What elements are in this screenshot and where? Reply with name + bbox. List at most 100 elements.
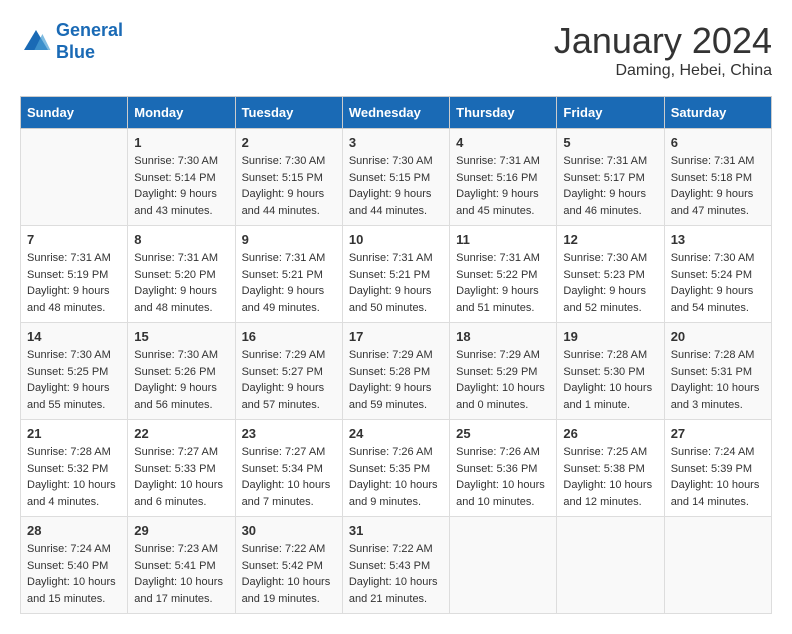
day-number: 25 [456,426,550,441]
day-number: 12 [563,232,657,247]
week-row-1: 1 Sunrise: 7:30 AMSunset: 5:14 PMDaylight… [21,129,772,226]
day-number: 13 [671,232,765,247]
day-info: Sunrise: 7:25 AMSunset: 5:38 PMDaylight:… [563,444,657,510]
calendar-body: 1 Sunrise: 7:30 AMSunset: 5:14 PMDaylight… [21,129,772,614]
day-info: Sunrise: 7:29 AMSunset: 5:27 PMDaylight:… [242,347,336,413]
day-number: 6 [671,135,765,150]
calendar-cell: 24 Sunrise: 7:26 AMSunset: 5:35 PMDayligh… [342,420,449,517]
day-info: Sunrise: 7:22 AMSunset: 5:43 PMDaylight:… [349,541,443,607]
day-number: 14 [27,329,121,344]
day-info: Sunrise: 7:31 AMSunset: 5:21 PMDaylight:… [349,250,443,316]
day-info: Sunrise: 7:26 AMSunset: 5:35 PMDaylight:… [349,444,443,510]
calendar-cell: 4 Sunrise: 7:31 AMSunset: 5:16 PMDaylight… [450,129,557,226]
calendar-cell: 9 Sunrise: 7:31 AMSunset: 5:21 PMDaylight… [235,226,342,323]
logo-text: General Blue [56,20,123,63]
day-info: Sunrise: 7:30 AMSunset: 5:15 PMDaylight:… [349,153,443,219]
calendar-cell: 11 Sunrise: 7:31 AMSunset: 5:22 PMDayligh… [450,226,557,323]
calendar-cell: 1 Sunrise: 7:30 AMSunset: 5:14 PMDaylight… [128,129,235,226]
day-info: Sunrise: 7:31 AMSunset: 5:16 PMDaylight:… [456,153,550,219]
header-wednesday: Wednesday [342,97,449,129]
calendar-cell: 6 Sunrise: 7:31 AMSunset: 5:18 PMDaylight… [664,129,771,226]
header-tuesday: Tuesday [235,97,342,129]
calendar-cell: 14Sunrise: 7:30 AMSunset: 5:25 PMDayligh… [21,323,128,420]
day-number: 22 [134,426,228,441]
day-number: 19 [563,329,657,344]
header-friday: Friday [557,97,664,129]
calendar-cell: 3 Sunrise: 7:30 AMSunset: 5:15 PMDaylight… [342,129,449,226]
day-number: 27 [671,426,765,441]
calendar-cell [557,517,664,614]
day-number: 4 [456,135,550,150]
day-number: 3 [349,135,443,150]
calendar-cell: 20 Sunrise: 7:28 AMSunset: 5:31 PMDayligh… [664,323,771,420]
calendar-table: Sunday Monday Tuesday Wednesday Thursday… [20,96,772,614]
day-info: Sunrise: 7:30 AMSunset: 5:14 PMDaylight:… [134,153,228,219]
calendar-cell: 8Sunrise: 7:31 AMSunset: 5:20 PMDaylight… [128,226,235,323]
weekday-row: Sunday Monday Tuesday Wednesday Thursday… [21,97,772,129]
day-number: 29 [134,523,228,538]
page-header: General Blue January 2024 Daming, Hebei,… [20,20,772,80]
day-info: Sunrise: 7:27 AMSunset: 5:33 PMDaylight:… [134,444,228,510]
day-number: 15 [134,329,228,344]
calendar-cell: 26 Sunrise: 7:25 AMSunset: 5:38 PMDayligh… [557,420,664,517]
calendar-cell: 31 Sunrise: 7:22 AMSunset: 5:43 PMDayligh… [342,517,449,614]
day-number: 17 [349,329,443,344]
day-number: 16 [242,329,336,344]
week-row-4: 21 Sunrise: 7:28 AMSunset: 5:32 PMDayligh… [21,420,772,517]
day-info: Sunrise: 7:30 AMSunset: 5:15 PMDaylight:… [242,153,336,219]
header-monday: Monday [128,97,235,129]
day-info: Sunrise: 7:24 AMSunset: 5:40 PMDaylight:… [27,541,121,607]
day-number: 24 [349,426,443,441]
logo-line2: Blue [56,42,95,62]
week-row-5: 28Sunrise: 7:24 AMSunset: 5:40 PMDayligh… [21,517,772,614]
day-number: 1 [134,135,228,150]
day-info: Sunrise: 7:28 AMSunset: 5:32 PMDaylight:… [27,444,121,510]
day-number: 31 [349,523,443,538]
day-info: Sunrise: 7:31 AMSunset: 5:22 PMDaylight:… [456,250,550,316]
day-info: Sunrise: 7:31 AMSunset: 5:21 PMDaylight:… [242,250,336,316]
calendar-cell: 29 Sunrise: 7:23 AMSunset: 5:41 PMDayligh… [128,517,235,614]
day-number: 11 [456,232,550,247]
day-number: 21 [27,426,121,441]
calendar-cell: 30 Sunrise: 7:22 AMSunset: 5:42 PMDayligh… [235,517,342,614]
calendar-cell: 10Sunrise: 7:31 AMSunset: 5:21 PMDayligh… [342,226,449,323]
day-info: Sunrise: 7:28 AMSunset: 5:31 PMDaylight:… [671,347,765,413]
calendar-cell: 27Sunrise: 7:24 AMSunset: 5:39 PMDayligh… [664,420,771,517]
calendar-cell: 12Sunrise: 7:30 AMSunset: 5:23 PMDayligh… [557,226,664,323]
calendar-cell: 21 Sunrise: 7:28 AMSunset: 5:32 PMDayligh… [21,420,128,517]
day-number: 26 [563,426,657,441]
calendar-cell [21,129,128,226]
calendar-cell: 22 Sunrise: 7:27 AMSunset: 5:33 PMDayligh… [128,420,235,517]
day-number: 20 [671,329,765,344]
header-sunday: Sunday [21,97,128,129]
day-info: Sunrise: 7:22 AMSunset: 5:42 PMDaylight:… [242,541,336,607]
day-number: 5 [563,135,657,150]
calendar-cell: 13 Sunrise: 7:30 AMSunset: 5:24 PMDayligh… [664,226,771,323]
calendar-cell: 25Sunrise: 7:26 AMSunset: 5:36 PMDayligh… [450,420,557,517]
calendar-cell: 28Sunrise: 7:24 AMSunset: 5:40 PMDayligh… [21,517,128,614]
day-info: Sunrise: 7:31 AMSunset: 5:20 PMDaylight:… [134,250,228,316]
day-number: 30 [242,523,336,538]
logo-icon [20,26,52,58]
calendar-cell: 15 Sunrise: 7:30 AMSunset: 5:26 PMDayligh… [128,323,235,420]
calendar-cell [664,517,771,614]
day-info: Sunrise: 7:23 AMSunset: 5:41 PMDaylight:… [134,541,228,607]
day-info: Sunrise: 7:31 AMSunset: 5:19 PMDaylight:… [27,250,121,316]
day-info: Sunrise: 7:31 AMSunset: 5:17 PMDaylight:… [563,153,657,219]
day-info: Sunrise: 7:29 AMSunset: 5:29 PMDaylight:… [456,347,550,413]
day-info: Sunrise: 7:31 AMSunset: 5:18 PMDaylight:… [671,153,765,219]
day-info: Sunrise: 7:29 AMSunset: 5:28 PMDaylight:… [349,347,443,413]
day-info: Sunrise: 7:30 AMSunset: 5:26 PMDaylight:… [134,347,228,413]
day-info: Sunrise: 7:30 AMSunset: 5:24 PMDaylight:… [671,250,765,316]
calendar-cell: 18Sunrise: 7:29 AMSunset: 5:29 PMDayligh… [450,323,557,420]
calendar-cell [450,517,557,614]
logo: General Blue [20,20,123,63]
day-number: 7 [27,232,121,247]
day-number: 23 [242,426,336,441]
day-info: Sunrise: 7:27 AMSunset: 5:34 PMDaylight:… [242,444,336,510]
day-info: Sunrise: 7:28 AMSunset: 5:30 PMDaylight:… [563,347,657,413]
month-title: January 2024 [554,20,772,62]
day-number: 9 [242,232,336,247]
title-block: January 2024 Daming, Hebei, China [554,20,772,80]
location: Daming, Hebei, China [554,62,772,80]
